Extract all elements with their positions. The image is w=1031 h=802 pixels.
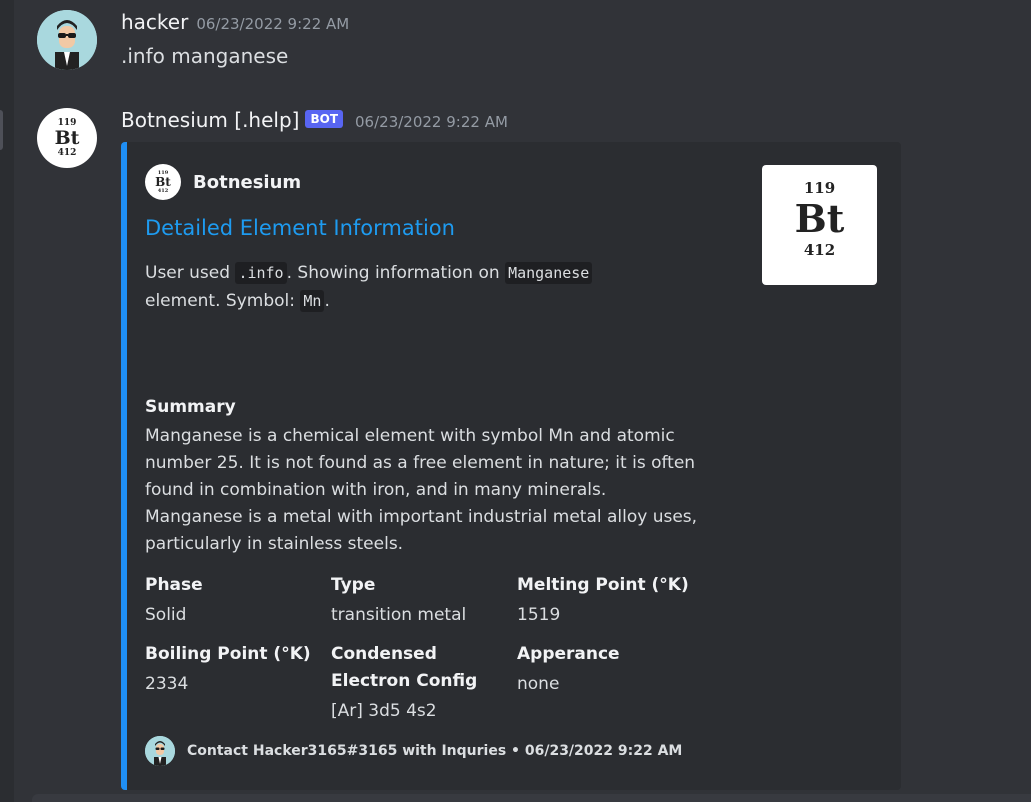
embed-footer: Contact Hacker3165#3165 with Inquries • … — [145, 736, 682, 766]
field-electron-config: Condensed Electron Config [Ar] 3d5 4s2 — [331, 641, 491, 725]
field-name: Apperance — [517, 644, 620, 664]
thumbnail-symbol: Bt — [794, 196, 845, 241]
bot-author-name[interactable]: Botnesium [.help] — [121, 108, 299, 132]
field-melting-point: Melting Point (°K) 1519 — [517, 572, 697, 629]
field-value: 2334 — [145, 674, 189, 694]
embed-author-name: Botnesium — [193, 171, 302, 193]
field-name: Condensed Electron Config — [331, 644, 478, 691]
embed-title-link[interactable]: Detailed Element Information — [145, 216, 455, 240]
message-input-edge[interactable] — [32, 794, 1031, 802]
left-rail — [0, 0, 14, 802]
code-element: Manganese — [505, 262, 593, 284]
bot-timestamp: 06/23/2022 9:22 AM — [355, 113, 508, 131]
footer-avatar-icon — [145, 736, 175, 766]
field-name: Melting Point (°K) — [517, 575, 689, 595]
field-phase: Phase Solid — [145, 572, 325, 629]
rail-indicator — [0, 110, 3, 150]
embed-thumbnail[interactable]: 119 Bt 412 — [762, 165, 877, 285]
embed-author-icon: 119 Bt 412 — [145, 164, 181, 200]
field-name: Phase — [145, 575, 203, 595]
user-author-line: hacker 06/23/2022 9:22 AM — [121, 10, 349, 34]
thumbnail-logo: 119 Bt 412 — [762, 165, 877, 259]
user-message-text: .info manganese — [121, 44, 289, 68]
embed-card: 119 Bt 412 Botnesium Detailed Element In… — [121, 142, 901, 790]
summary-field: Summary Manganese is a chemical element … — [145, 394, 705, 558]
thumbnail-bottom-number: 412 — [803, 241, 836, 259]
embed-description: User used .info. Showing information on … — [145, 259, 705, 315]
bot-tag-badge: BOT — [305, 110, 344, 128]
code-command: .info — [235, 262, 287, 284]
field-value: 1519 — [517, 605, 561, 625]
bot-avatar-logo: 119 Bt 412 — [54, 117, 80, 158]
bot-avatar[interactable]: 119 Bt 412 — [37, 108, 97, 168]
user-timestamp: 06/23/2022 9:22 AM — [196, 15, 350, 33]
embed-author-logo: 119 Bt 412 — [155, 170, 171, 194]
thumbnail-top-number: 119 — [803, 179, 836, 197]
field-value: [Ar] 3d5 4s2 — [331, 701, 437, 721]
bot-author-line: Botnesium [.help] BOT 06/23/2022 9:22 AM — [121, 108, 508, 132]
field-appearance: Apperance none — [517, 641, 697, 698]
summary-value: Manganese is a chemical element with sym… — [145, 426, 698, 554]
field-type: Type transition metal — [331, 572, 511, 629]
hacker-avatar[interactable] — [37, 10, 97, 70]
field-value: Solid — [145, 605, 187, 625]
field-name: Boiling Point (°K) — [145, 644, 311, 664]
footer-text: Contact Hacker3165#3165 with Inquries • … — [187, 743, 683, 759]
field-value: none — [517, 674, 560, 694]
field-boiling-point: Boiling Point (°K) 2334 — [145, 641, 325, 698]
code-symbol: Mn — [300, 290, 325, 312]
summary-name: Summary — [145, 397, 236, 417]
field-name: Type — [331, 575, 376, 595]
field-value: transition metal — [331, 605, 467, 625]
user-author-name[interactable]: hacker — [121, 10, 188, 34]
embed-author: 119 Bt 412 Botnesium — [145, 164, 301, 200]
